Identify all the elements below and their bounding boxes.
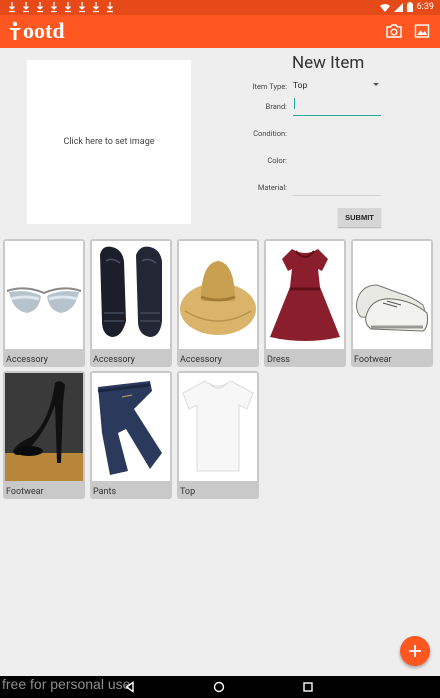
item-label: Accessory (93, 355, 135, 365)
condition-label: Condition: (253, 129, 287, 138)
gallery-icon[interactable] (414, 23, 430, 39)
item-card[interactable]: Accessory (177, 239, 259, 367)
watermark-text: free for personal use (2, 676, 131, 692)
set-image-area[interactable]: Click here to set image (27, 60, 191, 224)
item-thumbnail (92, 373, 170, 481)
condition-field[interactable] (293, 125, 381, 141)
download-icon (50, 1, 58, 13)
download-icon (92, 1, 100, 13)
item-thumbnail (5, 373, 83, 481)
material-field[interactable] (293, 180, 381, 196)
download-icon (64, 1, 72, 13)
item-label: Dress (267, 355, 290, 365)
signal-icon (393, 2, 403, 12)
recents-square-icon (303, 682, 313, 692)
text-cursor (294, 98, 295, 109)
submit-button[interactable]: SUBMIT (338, 208, 381, 227)
high-heel-icon (5, 373, 83, 481)
add-item-button[interactable] (400, 636, 430, 666)
item-card[interactable]: Accessory (90, 239, 172, 367)
app-logo: ootd (8, 18, 65, 43)
download-icon (8, 1, 16, 13)
notification-icons (8, 1, 114, 13)
item-card[interactable]: Accessory (3, 239, 85, 367)
item-label: Top (180, 487, 196, 497)
brand-field[interactable] (293, 100, 381, 116)
wifi-icon (379, 3, 390, 12)
item-label: Accessory (6, 355, 48, 365)
app-bar: ootd (0, 15, 440, 48)
camera-icon[interactable] (386, 23, 402, 39)
item-label: Footwear (6, 487, 44, 497)
status-right: 6:39 (379, 2, 434, 12)
item-thumbnail (92, 241, 170, 349)
jeans-icon (92, 373, 170, 481)
download-icon (78, 1, 86, 13)
download-icon (22, 1, 30, 13)
item-type-label: Item Type: (252, 82, 287, 91)
item-label: Accessory (180, 355, 222, 365)
item-type-value: Top (293, 81, 308, 91)
item-label: Pants (93, 487, 117, 497)
sneakers-icon (353, 241, 431, 349)
item-label: Footwear (354, 355, 392, 365)
item-thumbnail (353, 241, 431, 349)
t-shirt-icon (179, 373, 257, 481)
status-time: 6:39 (416, 2, 434, 12)
battery-icon (406, 2, 413, 12)
item-card[interactable]: Dress (264, 239, 346, 367)
color-label: Color: (267, 156, 287, 165)
home-button[interactable] (213, 681, 225, 693)
appbar-actions (386, 23, 430, 39)
material-label: Material: (257, 183, 287, 192)
item-thumbnail (179, 373, 257, 481)
hanger-person-icon (9, 21, 21, 40)
straw-hat-icon (179, 241, 257, 349)
item-thumbnail (266, 241, 344, 349)
brand-label: Brand: (265, 102, 287, 111)
item-card[interactable]: Footwear (3, 371, 85, 499)
sunglasses-icon (5, 241, 83, 349)
plus-icon (409, 645, 421, 657)
item-thumbnail (179, 241, 257, 349)
download-icon (36, 1, 44, 13)
home-circle-icon (213, 681, 225, 693)
dropdown-caret-icon (373, 83, 379, 86)
item-type-select[interactable]: Top (293, 78, 381, 94)
image-placeholder-text: Click here to set image (63, 137, 155, 147)
app-title: ootd (23, 18, 65, 43)
recents-button[interactable] (302, 681, 314, 693)
gloves-icon (92, 241, 170, 349)
dress-icon (266, 241, 344, 349)
form-title: New Item (292, 53, 365, 73)
item-card[interactable]: Pants (90, 371, 172, 499)
item-card[interactable]: Top (177, 371, 259, 499)
item-card[interactable]: Footwear (351, 239, 433, 367)
download-icon (106, 1, 114, 13)
item-thumbnail (5, 241, 83, 349)
status-bar: 6:39 (0, 0, 440, 15)
color-field[interactable] (293, 152, 381, 168)
